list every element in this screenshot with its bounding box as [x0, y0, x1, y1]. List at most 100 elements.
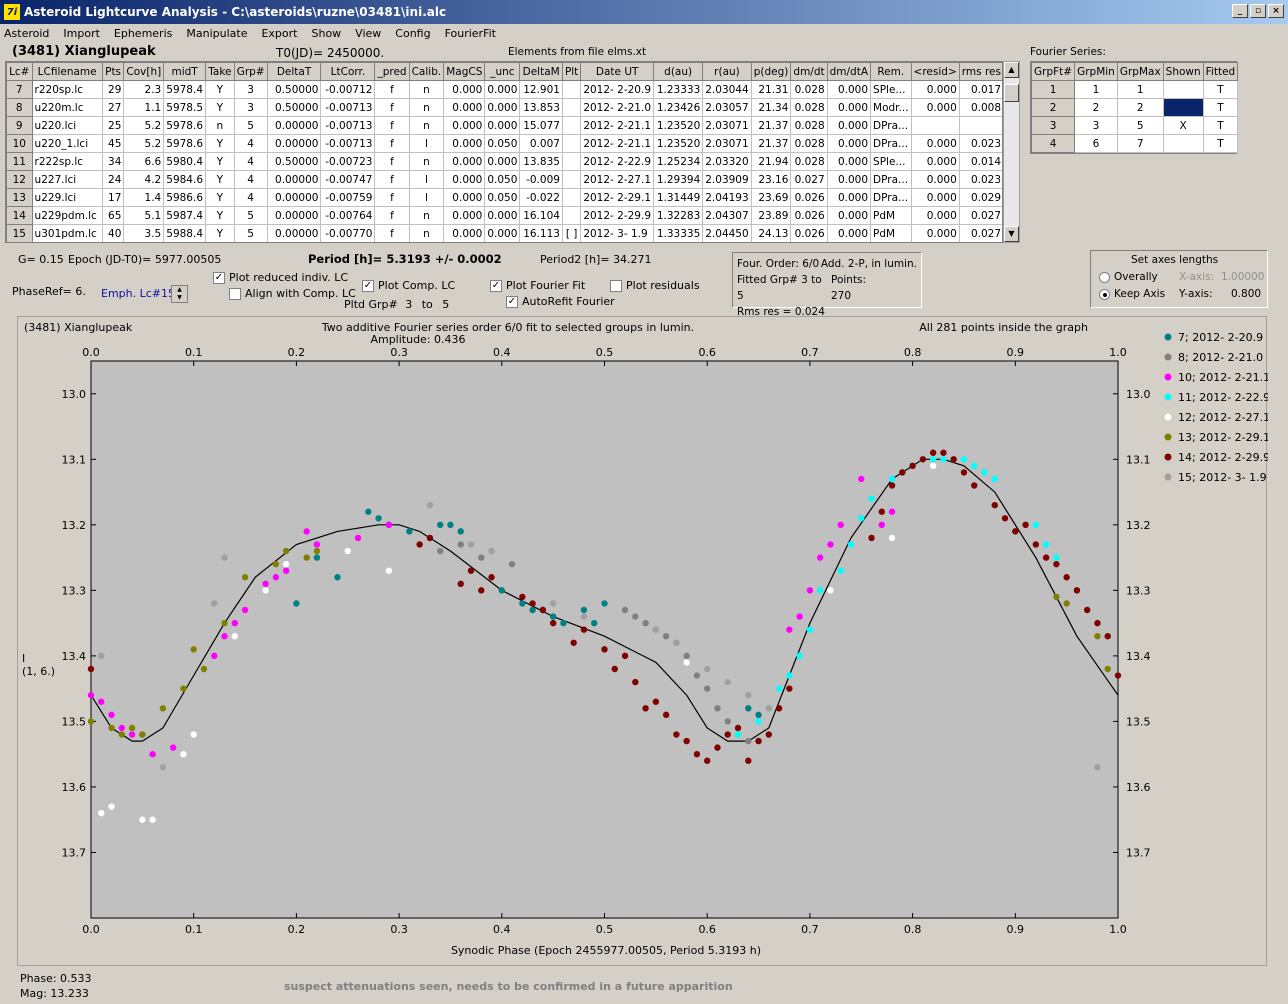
table-cell[interactable]: 3 [1074, 116, 1118, 135]
table-row[interactable]: 10 u220_1.lci 45 5.2 5978.6 Y 4 0.00000 -0.00713… [6, 134, 1002, 153]
table-cell[interactable]: 21.31 [750, 80, 792, 99]
table-cell[interactable] [1162, 80, 1204, 99]
table-cell[interactable]: -0.00712 [320, 80, 376, 99]
table-cell[interactable]: n [408, 80, 445, 99]
table-cell[interactable]: u301pdm.lc [31, 224, 103, 242]
table-cell[interactable]: Y [205, 188, 235, 207]
table-cell[interactable]: 0.027 [790, 170, 828, 189]
table-cell[interactable]: 10 [6, 134, 33, 153]
table-cell[interactable]: 5984.6 [163, 170, 207, 189]
table-cell[interactable]: 1.1 [123, 98, 165, 117]
keep-axis-radio[interactable]: Keep Axis [1099, 288, 1165, 300]
table-cell[interactable]: f [374, 80, 410, 99]
table-cell[interactable]: 5978.6 [163, 134, 207, 153]
lc-col-header[interactable]: r(au) [702, 62, 752, 81]
table-cell[interactable]: 2012- 3- 1.9 [580, 224, 655, 242]
fourier-col-header[interactable]: Shown [1162, 62, 1204, 81]
table-cell[interactable]: 0.028 [790, 80, 828, 99]
lightcurve-plot[interactable]: 0.0 0.0 0.1 0.1 0.2 0.2 0.3 0.3 0.4 0.4 0.5 0.5 0.6 0… [17, 316, 1268, 966]
table-cell[interactable]: 0.000 [443, 98, 486, 117]
lc-col-header[interactable]: midT [163, 62, 207, 81]
menu-import[interactable]: Import [63, 27, 100, 40]
table-cell[interactable]: 12 [6, 170, 33, 189]
table-cell[interactable]: 2.03057 [702, 98, 752, 117]
table-cell[interactable]: 1 [1116, 80, 1164, 99]
table-cell[interactable]: 0.000 [826, 98, 872, 117]
table-cell[interactable]: 0.000 [484, 116, 521, 135]
table-cell[interactable]: 4.2 [123, 170, 165, 189]
table-cell[interactable]: 5 [1116, 116, 1164, 135]
xaxis-value[interactable]: 1.00000 [1221, 271, 1264, 283]
table-cell[interactable]: 0.000 [826, 188, 872, 207]
table-cell[interactable]: 0.028 [790, 152, 828, 171]
table-cell[interactable]: 0.00000 [266, 206, 322, 225]
menu-show[interactable]: Show [311, 27, 341, 40]
table-cell[interactable]: X [1162, 116, 1204, 135]
table-cell[interactable]: 1.4 [123, 188, 165, 207]
table-row[interactable]: 222T [1030, 98, 1239, 117]
table-cell[interactable]: PdM [870, 224, 912, 242]
table-cell[interactable]: 29 [101, 80, 125, 99]
table-cell[interactable]: Y [205, 206, 235, 225]
table-cell[interactable]: 0.050 [484, 170, 521, 189]
table-cell[interactable]: 4 [233, 152, 268, 171]
lc-col-header[interactable]: dm/dt [790, 62, 828, 81]
table-cell[interactable]: 2.3 [123, 80, 165, 99]
table-cell[interactable]: 5.2 [123, 134, 165, 153]
table-cell[interactable]: 21.94 [750, 152, 792, 171]
table-cell[interactable]: 0.028 [790, 98, 828, 117]
table-cell[interactable]: T [1202, 98, 1239, 117]
table-cell[interactable]: 0.000 [910, 152, 960, 171]
menu-manipulate[interactable]: Manipulate [186, 27, 247, 40]
table-cell[interactable]: r220sp.lc [31, 80, 103, 99]
table-cell[interactable]: 5986.6 [163, 188, 207, 207]
lc-col-header[interactable]: Rem. [870, 62, 912, 81]
table-cell[interactable]: r222sp.lc [31, 152, 103, 171]
table-cell[interactable]: 15.077 [519, 116, 563, 135]
table-cell[interactable]: 1 [1074, 80, 1118, 99]
lc-col-header[interactable]: DeltaT [266, 62, 322, 81]
table-cell[interactable]: 8 [6, 98, 33, 117]
table-cell[interactable]: 40 [101, 224, 125, 242]
table-row[interactable]: 12 u227.lci 24 4.2 5984.6 Y 4 0.00000 -0.00747 f l… [6, 170, 1002, 189]
plot-reduced-checkbox[interactable]: ✓ Plot reduced indiv. LC [213, 271, 348, 284]
table-cell[interactable]: 2 [1116, 98, 1164, 117]
table-cell[interactable]: 0.000 [484, 206, 521, 225]
table-cell[interactable]: 1.25234 [653, 152, 704, 171]
table-cell[interactable]: 0.000 [910, 98, 960, 117]
table-cell[interactable]: 13.835 [519, 152, 563, 171]
table-cell[interactable]: 0.00000 [266, 188, 322, 207]
table-cell[interactable]: 2.03909 [702, 170, 752, 189]
table-cell[interactable]: 2.03320 [702, 152, 752, 171]
align-comp-checkbox[interactable]: Align with Comp. LC [229, 287, 356, 300]
lc-col-header[interactable]: Lc# [6, 62, 33, 81]
table-cell[interactable] [561, 98, 582, 117]
fourier-col-header[interactable]: GrpMax [1116, 62, 1164, 81]
table-cell[interactable]: 15 [6, 224, 33, 242]
table-cell[interactable]: 0.000 [443, 188, 486, 207]
table-cell[interactable]: 0.000 [910, 134, 960, 153]
table-cell[interactable]: 0.000 [443, 206, 486, 225]
menu-asteroid[interactable]: Asteroid [4, 27, 49, 40]
table-cell[interactable]: 5.2 [123, 116, 165, 135]
table-cell[interactable]: 5.1 [123, 206, 165, 225]
menu-config[interactable]: Config [395, 27, 430, 40]
table-cell[interactable]: SPle... [870, 80, 912, 99]
table-cell[interactable]: 0.023 [958, 170, 1002, 189]
menu-export[interactable]: Export [261, 27, 297, 40]
table-cell[interactable]: 5978.5 [163, 98, 207, 117]
table-cell[interactable]: 21.37 [750, 134, 792, 153]
table-cell[interactable] [910, 116, 960, 135]
lightcurve-table[interactable]: Lc# LCfilename Pts Cov[h] midT Take Grp# DeltaT… [5, 61, 1003, 243]
table-cell[interactable]: 5 [233, 224, 268, 242]
table-cell[interactable]: 2.03044 [702, 80, 752, 99]
scroll-thumb[interactable] [1004, 84, 1019, 102]
table-cell[interactable]: 16.113 [519, 224, 563, 242]
table-cell[interactable]: 45 [101, 134, 125, 153]
table-cell[interactable] [1162, 134, 1204, 153]
table-cell[interactable]: -0.00713 [320, 134, 376, 153]
table-cell[interactable]: -0.00713 [320, 98, 376, 117]
table-cell[interactable]: 2012- 2-21.0 [580, 98, 655, 117]
table-cell[interactable]: f [374, 206, 410, 225]
table-cell[interactable]: u229.lci [31, 188, 103, 207]
